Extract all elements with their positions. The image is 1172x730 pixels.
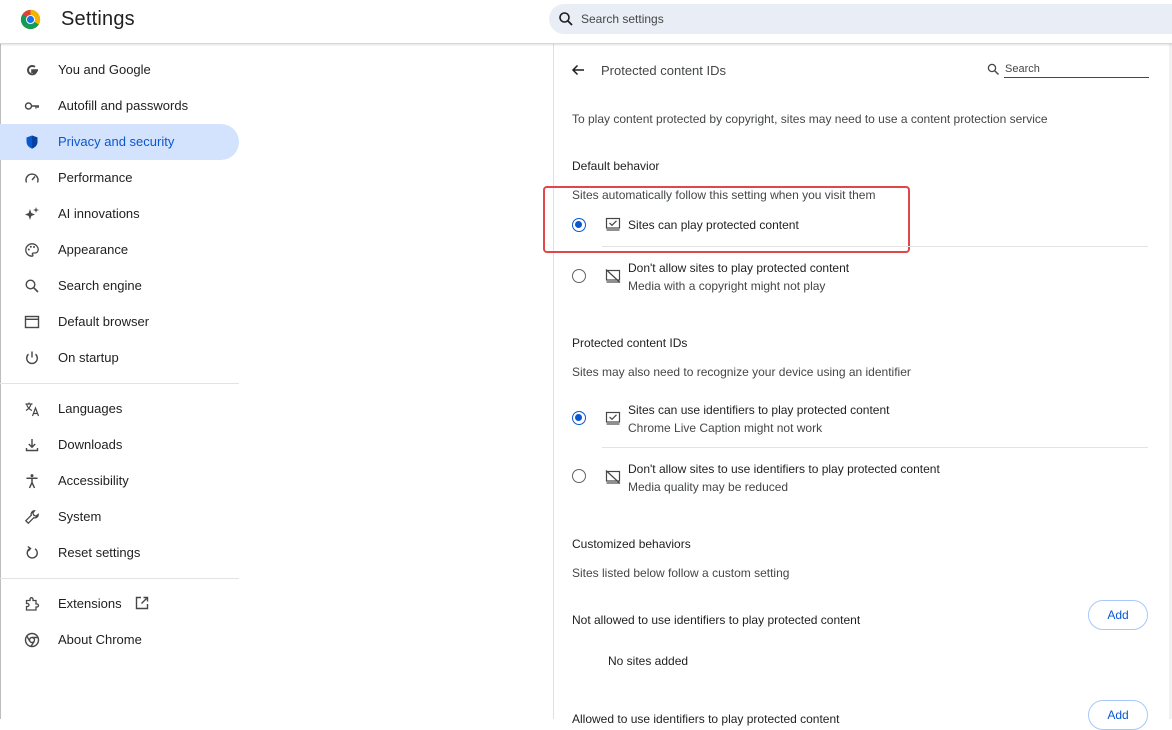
speedometer-icon — [25, 173, 39, 183]
add-allowed-site-button[interactable]: Add — [1088, 700, 1148, 730]
monitor-off-icon — [605, 269, 621, 283]
sidebar-item-privacy-and-security[interactable]: Privacy and security — [0, 124, 239, 160]
settings-header: Settings — [0, 0, 1172, 44]
sidebar-item-label: Accessibility — [58, 473, 129, 488]
option-block-protected-content-label: Don't allow sites to play protected cont… — [628, 261, 850, 275]
sidebar-item-appearance[interactable]: Appearance — [0, 232, 239, 268]
search-icon — [25, 279, 39, 293]
option-allow-identifiers-sub: Chrome Live Caption might not work — [628, 421, 823, 435]
no-sites-added-label: No sites added — [608, 654, 689, 668]
monitor-check-icon — [605, 411, 621, 425]
option-allow-protected-content-label: Sites can play protected content — [628, 218, 799, 232]
sparkle-icon — [25, 207, 39, 220]
sidebar-item-ai-innovations[interactable]: AI innovations — [0, 196, 239, 232]
sidebar-item-languages[interactable]: Languages — [0, 391, 239, 427]
option-block-protected-content-sub: Media with a copyright might not play — [628, 279, 826, 293]
sidebar-item-default-browser[interactable]: Default browser — [0, 304, 239, 340]
page-search-input[interactable] — [1004, 61, 1149, 78]
sidebar-divider — [0, 383, 239, 384]
sidebar-divider — [0, 578, 239, 579]
sidebar-item-accessibility[interactable]: Accessibility — [0, 463, 239, 499]
protected-ids-heading: Protected content IDs — [572, 336, 688, 350]
sidebar-item-about-chrome[interactable]: About Chrome — [0, 622, 239, 658]
palette-icon — [25, 243, 39, 257]
radio-allow-identifiers[interactable] — [572, 411, 586, 425]
sidebar-item-label: Appearance — [58, 242, 129, 257]
shield-icon — [26, 135, 38, 149]
not-allowed-list-label: Not allowed to use identifiers to play p… — [572, 613, 861, 627]
default-behavior-subtitle: Sites automatically follow this setting … — [572, 188, 876, 202]
sidebar-item-on-startup[interactable]: On startup — [0, 340, 239, 376]
page-title: Protected content IDs — [601, 63, 727, 78]
power-icon — [26, 351, 38, 365]
search-icon — [559, 12, 573, 26]
sidebar-item-label: About Chrome — [58, 632, 142, 647]
option-divider — [602, 447, 1148, 448]
settings-sidebar: You and Google Autofill and passwords Pr… — [0, 52, 240, 658]
option-block-identifiers-sub: Media quality may be reduced — [628, 480, 789, 494]
page-description: To play content protected by copyright, … — [572, 112, 1048, 126]
sidebar-item-label: Search engine — [58, 278, 142, 293]
option-divider — [602, 246, 1148, 247]
back-arrow-icon[interactable] — [571, 63, 585, 77]
sidebar-item-label: Default browser — [58, 314, 150, 329]
key-icon — [24, 102, 39, 110]
sidebar-item-label: You and Google — [58, 62, 151, 77]
sidebar-item-label: AI innovations — [58, 206, 140, 221]
radio-block-identifiers[interactable] — [572, 469, 586, 483]
monitor-off-icon — [605, 470, 621, 484]
protected-content-panel: Protected content IDs To play content pr… — [543, 44, 1172, 730]
settings-search-input[interactable] — [579, 9, 1139, 29]
sidebar-item-label: Performance — [58, 170, 133, 185]
page-search-box[interactable] — [987, 61, 1149, 79]
sidebar-item-label: Extensions — [58, 596, 122, 611]
sidebar-item-extensions[interactable]: Extensions — [0, 586, 239, 622]
sidebar-item-you-and-google[interactable]: You and Google — [0, 52, 239, 88]
browser-window-icon — [24, 315, 40, 329]
radio-block-protected-content[interactable] — [572, 269, 586, 283]
google-g-icon — [27, 64, 38, 76]
sidebar-item-label: Autofill and passwords — [58, 98, 189, 113]
sidebar-item-reset-settings[interactable]: Reset settings — [0, 535, 239, 571]
wrench-icon — [24, 510, 39, 525]
option-allow-identifiers-label: Sites can use identifiers to play protec… — [628, 403, 890, 417]
sidebar-item-performance[interactable]: Performance — [0, 160, 239, 196]
chrome-logo-icon — [20, 9, 41, 30]
sidebar-item-system[interactable]: System — [0, 499, 239, 535]
allowed-list-label: Allowed to use identifiers to play prote… — [572, 712, 840, 726]
add-not-allowed-site-button[interactable]: Add — [1088, 600, 1148, 630]
puzzle-icon — [25, 597, 40, 611]
settings-search-box[interactable] — [549, 4, 1172, 34]
sidebar-item-label: Privacy and security — [58, 134, 175, 149]
open-in-new-icon — [135, 596, 149, 610]
app-title: Settings — [61, 8, 135, 30]
protected-ids-subtitle: Sites may also need to recognize your de… — [572, 365, 911, 379]
translate-icon — [25, 402, 40, 417]
chrome-icon — [24, 632, 40, 648]
sidebar-item-label: Downloads — [58, 437, 123, 452]
sidebar-item-downloads[interactable]: Downloads — [0, 427, 239, 463]
sidebar-item-search-engine[interactable]: Search engine — [0, 268, 239, 304]
reset-icon — [26, 545, 38, 559]
search-icon — [987, 63, 999, 75]
monitor-check-icon — [605, 217, 621, 231]
option-block-identifiers-label: Don't allow sites to use identifiers to … — [628, 462, 940, 476]
sidebar-item-label: On startup — [58, 350, 119, 365]
sidebar-item-label: Languages — [58, 401, 123, 416]
radio-allow-protected-content[interactable] — [572, 218, 586, 232]
sidebar-item-label: System — [58, 509, 102, 524]
sidebar-item-label: Reset settings — [58, 545, 141, 560]
customized-behaviors-subtitle: Sites listed below follow a custom setti… — [572, 566, 790, 580]
accessibility-icon — [26, 474, 38, 489]
default-behavior-heading: Default behavior — [572, 159, 660, 173]
download-icon — [25, 439, 39, 452]
customized-behaviors-heading: Customized behaviors — [572, 537, 691, 551]
sidebar-item-autofill[interactable]: Autofill and passwords — [0, 88, 239, 124]
